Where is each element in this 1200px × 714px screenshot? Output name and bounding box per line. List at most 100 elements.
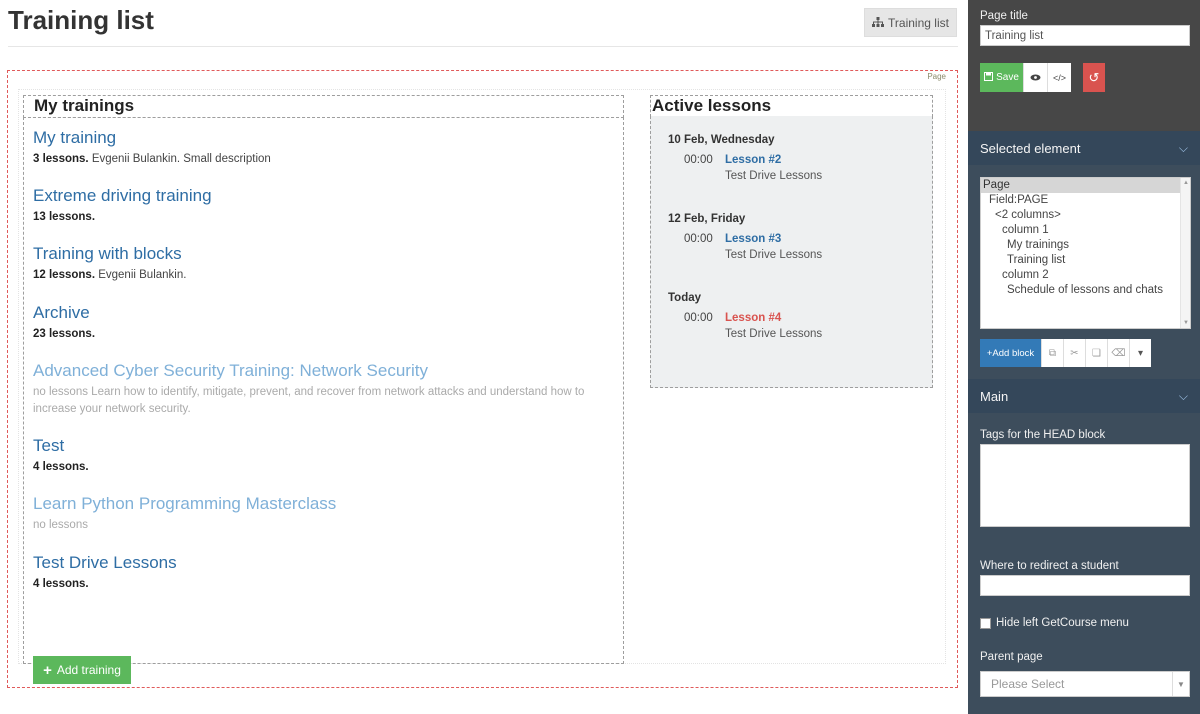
main-content: Training list Training list Page My trai… — [0, 0, 968, 714]
training-list-block[interactable]: My training 3 lessons. Evgenii Bulankin.… — [23, 117, 624, 684]
undo-icon: ↺ — [1088, 69, 1100, 85]
code-button[interactable]: </> — [1047, 63, 1071, 92]
page-tag: Page — [925, 72, 948, 81]
column-2[interactable]: Active lessons 10 Feb, Wednesday 00:00 Le… — [650, 95, 933, 388]
hide-menu-label: Hide left GetCourse menu — [996, 617, 1129, 629]
lesson-schedule: 10 Feb, Wednesday 00:00 Lesson #2 Test Dr… — [650, 116, 933, 388]
training-link[interactable]: My training — [33, 127, 116, 149]
lesson-link[interactable]: Lesson #2 — [725, 154, 781, 166]
training-link[interactable]: Learn Python Programming Masterclass — [33, 493, 336, 515]
tree-scrollbar[interactable]: ▲ ▼ — [1180, 178, 1190, 328]
plus-icon: + — [43, 661, 52, 679]
scroll-down-icon[interactable]: ▼ — [1182, 320, 1190, 326]
lesson-count: 12 lessons. — [33, 269, 96, 281]
element-tree[interactable]: Page Field:PAGE <2 columns> column 1 My … — [980, 177, 1191, 329]
training-meta: 3 lessons. Evgenii Bulankin. Small descr… — [33, 151, 593, 168]
training-item: Advanced Cyber Security Training: Networ… — [33, 360, 593, 418]
breadcrumb-label: Training list — [888, 15, 949, 30]
schedule-lesson: 00:00 Lesson #2 Test Drive Lessons — [684, 154, 822, 182]
redirect-label: Where to redirect a student — [980, 560, 1119, 572]
schedule-day: 10 Feb, Wednesday — [668, 134, 775, 146]
panel-top: Page title Save </> ↺ — [968, 0, 1200, 131]
caret-down-icon[interactable]: ▾ — [1129, 339, 1151, 367]
training-item: Archive 23 lessons. — [33, 302, 593, 343]
training-description: Evgenii Bulankin. — [95, 269, 187, 281]
paste-icon[interactable]: ❏ — [1085, 339, 1107, 367]
page-title-label: Page title — [980, 10, 1028, 22]
block-toolbar: +Add block ⧉ ✂ ❏ ⌫ ▾ — [980, 339, 1151, 367]
head-tags-textarea[interactable] — [980, 444, 1190, 527]
tree-node[interactable]: Schedule of lessons and chats — [981, 283, 1190, 298]
training-description: no lessons Learn how to identify, mitiga… — [33, 386, 585, 415]
tree-node[interactable]: column 2 — [981, 268, 1190, 283]
chevron-down-icon: ⌵ — [1178, 388, 1188, 403]
selected-element-section[interactable]: Selected element ⌵ — [968, 131, 1200, 165]
training-meta: 12 lessons. Evgenii Bulankin. — [33, 267, 593, 284]
column-1: My trainings My training 3 lessons. Evge… — [23, 95, 624, 684]
tree-node[interactable]: column 1 — [981, 223, 1190, 238]
lesson-link[interactable]: Lesson #3 — [725, 233, 781, 245]
page-title-input[interactable] — [980, 25, 1190, 46]
training-item: Training with blocks 12 lessons. Evgenii… — [33, 243, 593, 284]
lesson-course: Test Drive Lessons — [725, 328, 823, 340]
save-button-group: Save </> — [980, 63, 1071, 92]
schedule-lesson: 00:00 Lesson #4 Test Drive Lessons — [684, 312, 822, 340]
my-trainings-block[interactable]: My trainings — [23, 95, 624, 118]
lesson-time: 00:00 — [684, 233, 713, 245]
training-link[interactable]: Archive — [33, 302, 90, 324]
my-trainings-title: My trainings — [34, 96, 135, 115]
lesson-count: 13 lessons. — [33, 211, 96, 223]
training-meta: no lessons Learn how to identify, mitiga… — [33, 384, 593, 418]
lesson-count: 3 lessons. — [33, 153, 89, 165]
trash-icon[interactable]: ⌫ — [1107, 339, 1129, 367]
training-meta: 4 lessons. — [33, 459, 593, 476]
copy-icon[interactable]: ⧉ — [1041, 339, 1063, 367]
header-divider — [8, 46, 958, 47]
sitemap-icon — [872, 17, 885, 28]
tree-node[interactable]: My trainings — [981, 238, 1190, 253]
parent-page-placeholder: Please Select — [991, 677, 1065, 691]
parent-page-label: Parent page — [980, 651, 1043, 663]
training-meta: 13 lessons. — [33, 209, 593, 226]
lesson-count: 23 lessons. — [33, 328, 96, 340]
revert-button[interactable]: ↺ — [1083, 63, 1105, 92]
training-meta: 23 lessons. — [33, 326, 593, 343]
eye-icon — [1030, 73, 1041, 83]
add-training-label: Add training — [56, 663, 121, 677]
lesson-link[interactable]: Lesson #4 — [725, 312, 781, 324]
checkbox-box[interactable] — [980, 617, 991, 629]
tree-node[interactable]: Training list — [981, 253, 1190, 268]
training-link[interactable]: Extreme driving training — [33, 185, 212, 207]
hide-menu-checkbox[interactable]: Hide left GetCourse menu — [980, 617, 1129, 629]
training-list-breadcrumb-button[interactable]: Training list — [864, 8, 957, 37]
save-button[interactable]: Save — [980, 63, 1023, 92]
training-link[interactable]: Training with blocks — [33, 243, 182, 265]
redirect-input[interactable] — [980, 575, 1190, 596]
training-item: Extreme driving training 13 lessons. — [33, 185, 593, 226]
tree-node[interactable]: Page — [981, 178, 1190, 193]
training-meta: 4 lessons. — [33, 576, 593, 593]
add-block-button[interactable]: +Add block — [980, 339, 1041, 367]
scroll-up-icon[interactable]: ▲ — [1182, 180, 1190, 186]
lesson-course: Test Drive Lessons — [725, 249, 823, 261]
parent-page-select[interactable]: Please Select ▼ — [980, 671, 1190, 697]
scissors-icon[interactable]: ✂ — [1063, 339, 1085, 367]
training-link[interactable]: Test — [33, 435, 64, 457]
training-item: My training 3 lessons. Evgenii Bulankin.… — [33, 127, 593, 168]
preview-button[interactable] — [1023, 63, 1047, 92]
main-section[interactable]: Main ⌵ — [968, 379, 1200, 413]
schedule-day: Today — [668, 292, 702, 304]
tree-node[interactable]: <2 columns> — [981, 208, 1190, 223]
settings-panel: Page title Save </> ↺ Selected element — [968, 0, 1200, 714]
training-link[interactable]: Test Drive Lessons — [33, 552, 177, 574]
floppy-icon — [984, 71, 994, 84]
active-lessons-header: Active lessons — [650, 95, 933, 117]
lesson-time: 00:00 — [684, 312, 713, 324]
tree-node[interactable]: Field:PAGE — [981, 193, 1190, 208]
schedule-lesson: 00:00 Lesson #3 Test Drive Lessons — [684, 233, 822, 261]
add-training-button[interactable]: + Add training — [33, 656, 131, 684]
training-meta: no lessons — [33, 517, 593, 534]
main-section-label: Main — [980, 388, 1009, 404]
training-link[interactable]: Advanced Cyber Security Training: Networ… — [33, 360, 428, 382]
chevron-down-icon: ⌵ — [1178, 140, 1188, 155]
